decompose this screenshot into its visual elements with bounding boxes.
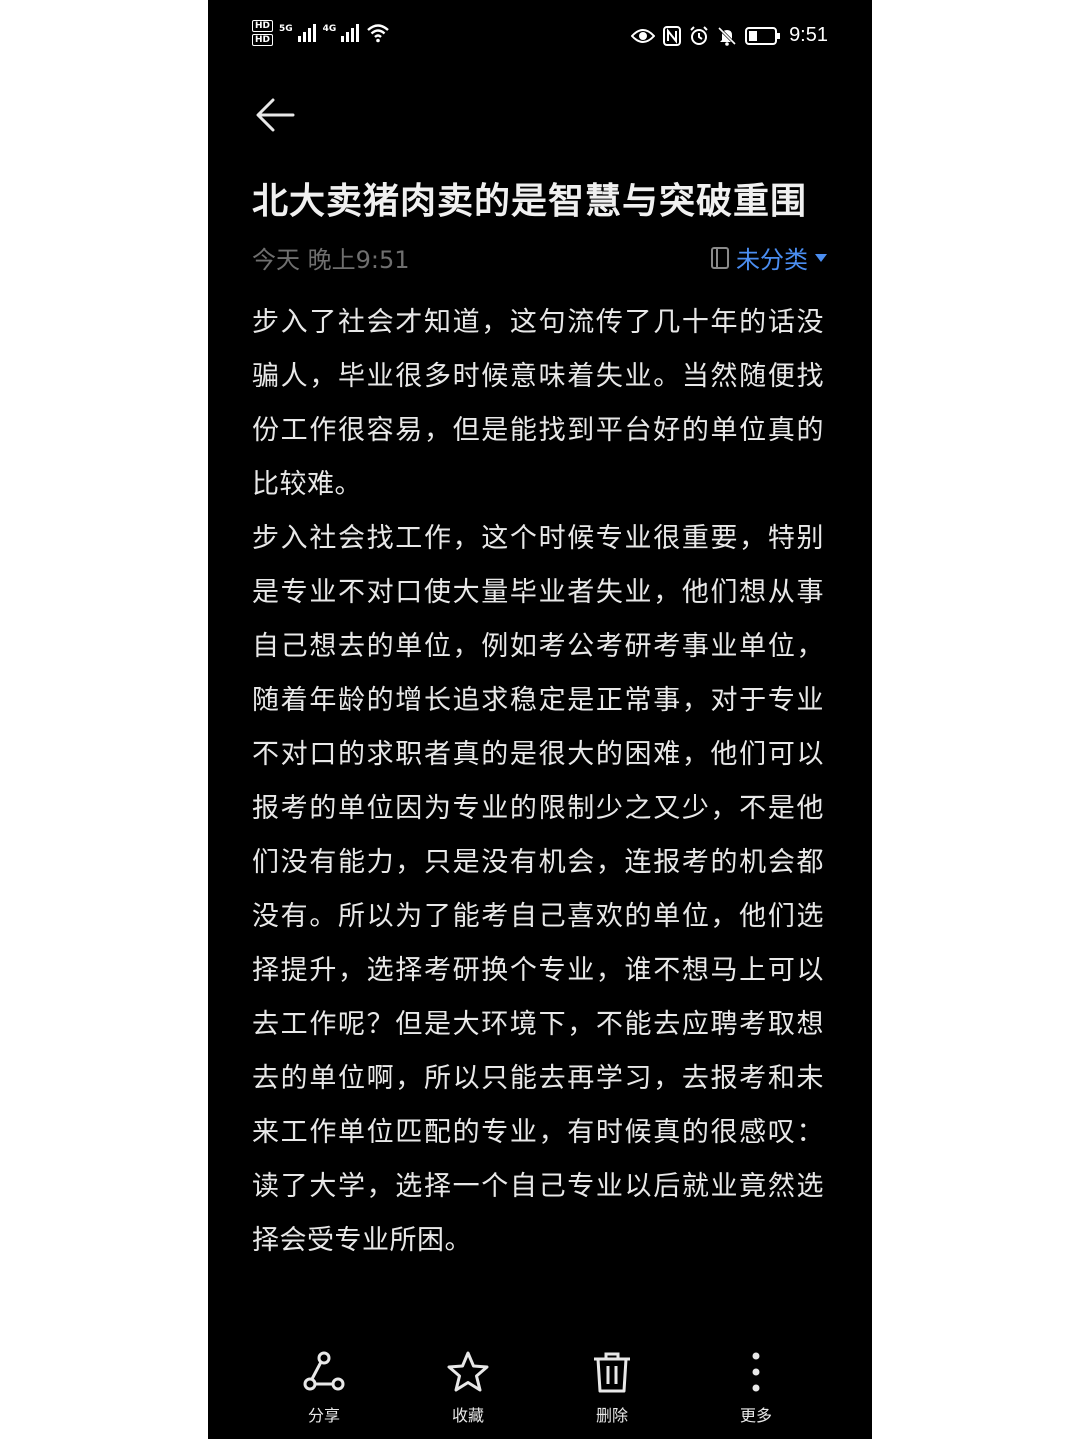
status-bar-right: 9:51 [631, 24, 828, 47]
favorite-label: 收藏 [451, 1406, 484, 1425]
folder-icon [711, 246, 729, 269]
network-type-2: 4G [322, 24, 337, 34]
arrow-left-icon [256, 98, 295, 132]
signal-icon [297, 24, 316, 42]
more-label: 更多 [739, 1406, 772, 1425]
signal-icon-2 [341, 24, 360, 42]
alarm-icon [690, 25, 708, 45]
hd-badge-2: HD [252, 34, 274, 46]
note-meta: 今天 晚上9:51 未分类 [252, 240, 828, 274]
category-label: 未分类 [736, 246, 808, 274]
status-bar: HD HD 5G 4G 9:51 [208, 0, 872, 74]
status-bar-left: HD HD 5G 4G [252, 20, 390, 46]
delete-label: 删除 [595, 1406, 628, 1425]
eye-icon [631, 28, 656, 43]
more-vertical-icon [732, 1348, 780, 1396]
favorite-button[interactable]: 收藏 [418, 1348, 518, 1426]
share-icon [300, 1348, 348, 1396]
delete-button[interactable]: 删除 [562, 1348, 662, 1426]
network-type-1: 5G [279, 24, 293, 34]
battery-icon [745, 26, 781, 45]
note-body[interactable]: 步入了社会才知道，这句流传了几十年的话没骗人，毕业很多时候意味着失业。当然随便找… [252, 296, 824, 1268]
share-label: 分享 [307, 1406, 340, 1425]
triangle-down-icon [815, 253, 827, 262]
back-button[interactable] [252, 92, 298, 138]
category-selector[interactable]: 未分类 [710, 240, 828, 275]
note-title[interactable]: 北大卖猪肉卖的是智慧与突破重围 [252, 172, 832, 224]
nfc-icon [663, 25, 682, 46]
phone-screen: HD HD 5G 4G 9:51 北大卖猪肉卖的是智慧与突破重围 今天 晚上9:… [208, 0, 872, 1439]
more-button[interactable]: 更多 [706, 1348, 806, 1426]
note-paragraph-1: 步入了社会才知道，这句流传了几十年的话没骗人，毕业很多时候意味着失业。当然随便找… [252, 307, 824, 500]
status-time: 9:51 [789, 24, 828, 46]
note-paragraph-2: 步入社会找工作，这个时候专业很重要，特别是专业不对口使大量毕业者失业，他们想从事… [252, 523, 824, 1256]
star-icon [444, 1348, 492, 1396]
hd-indicators: HD HD [252, 20, 274, 46]
bottom-toolbar: 分享 收藏 删除 更多 [208, 1348, 872, 1428]
share-button[interactable]: 分享 [274, 1348, 374, 1426]
mute-icon [718, 26, 737, 46]
hd-badge-1: HD [252, 20, 274, 32]
note-date: 今天 晚上9:51 [252, 246, 410, 274]
trash-icon [588, 1348, 636, 1396]
wifi-icon [367, 24, 390, 43]
